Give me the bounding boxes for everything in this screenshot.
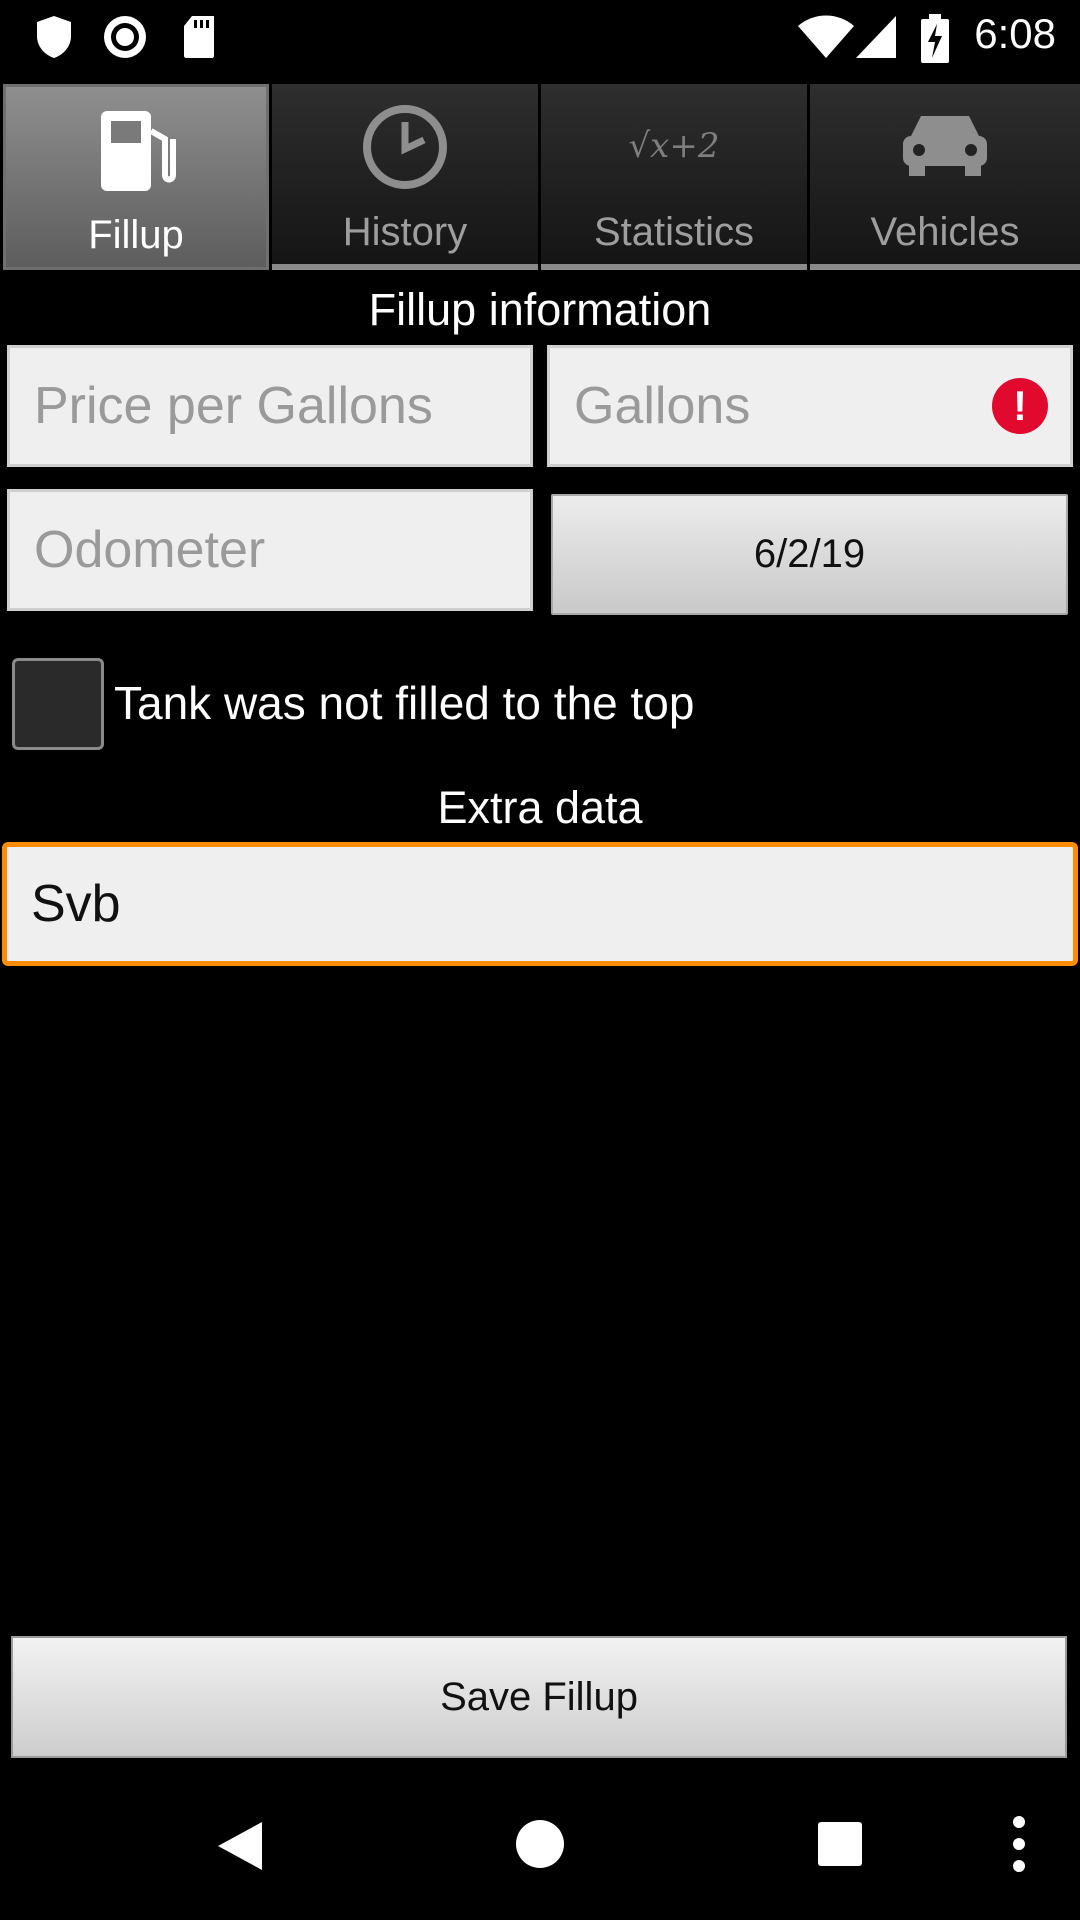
gallons-placeholder: Gallons (574, 377, 751, 435)
overflow-menu-icon[interactable] (1010, 1814, 1028, 1874)
partial-fill-checkbox[interactable] (12, 658, 104, 750)
shield-icon (37, 16, 71, 58)
tab-history[interactable]: History (272, 84, 538, 270)
record-icon (104, 16, 146, 58)
tab-label: Statistics (593, 210, 755, 254)
tab-label: Fillup (88, 213, 184, 257)
fuel-pump-icon (101, 111, 176, 191)
tab-label: Vehicles (870, 210, 1020, 254)
price-placeholder: Price per Gallons (34, 377, 433, 435)
battery-charging-icon (921, 14, 949, 63)
sd-card-icon (184, 16, 214, 58)
car-icon (903, 116, 987, 176)
cell-signal-icon (856, 16, 896, 58)
save-fillup-button[interactable]: Save Fillup (11, 1636, 1067, 1758)
recents-icon[interactable] (816, 1820, 864, 1868)
clock-icon (363, 105, 447, 189)
gallons-input[interactable]: Gallons ! (547, 345, 1073, 467)
odometer-placeholder: Odometer (34, 521, 266, 579)
fillup-info-title: Fillup information (368, 284, 712, 335)
extra-data-input[interactable]: Svb (2, 842, 1078, 966)
home-icon[interactable] (514, 1818, 566, 1870)
formula-icon: √x+2 (628, 126, 720, 166)
price-per-gallon-input[interactable]: Price per Gallons (7, 345, 533, 467)
wifi-icon (798, 15, 854, 58)
odometer-input[interactable]: Odometer (7, 489, 533, 611)
partial-fill-label: Tank was not filled to the top (114, 677, 695, 729)
status-time: 6:08 (974, 10, 1056, 57)
date-picker-button[interactable]: 6/2/19 (551, 494, 1068, 615)
extra-data-title: Extra data (437, 782, 643, 833)
status-bar: 6:08 (0, 0, 1080, 78)
tab-fillup[interactable]: Fillup (3, 84, 269, 270)
error-icon: ! (992, 378, 1048, 434)
extra-data-value: Svb (31, 875, 121, 933)
tab-bar: Fillup History √x+2 Statistics Vehicles (0, 84, 1080, 270)
tab-label: History (342, 210, 468, 254)
tab-statistics[interactable]: √x+2 Statistics (541, 84, 807, 270)
tab-vehicles[interactable]: Vehicles (810, 84, 1080, 270)
back-icon[interactable] (214, 1818, 266, 1874)
navigation-bar (0, 1776, 1080, 1920)
